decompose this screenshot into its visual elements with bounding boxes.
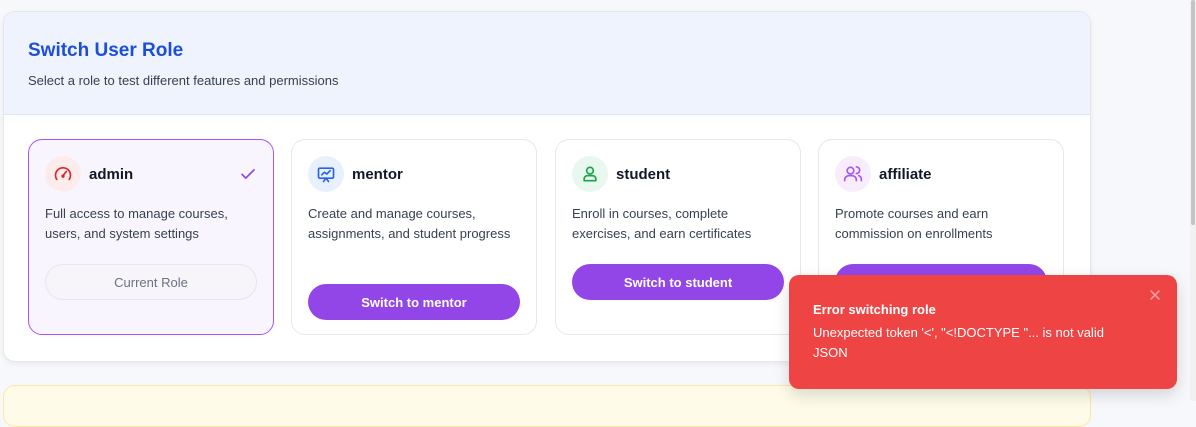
scrollbar-thumb[interactable] (1191, 0, 1195, 225)
role-name: mentor (352, 165, 403, 183)
panel-subtitle: Select a role to test different features… (28, 73, 339, 88)
user-icon (572, 156, 608, 192)
role-description: Enroll in courses, complete exercises, a… (572, 206, 752, 241)
role-card-student: student Enroll in courses, complete exer… (555, 139, 801, 335)
role-description: Create and manage courses, assignments, … (308, 206, 511, 241)
gauge-icon (45, 156, 81, 192)
role-description: Promote courses and earn commission on e… (835, 206, 993, 241)
toast-message: Unexpected token '<', "<!DOCTYPE "... is… (813, 325, 1104, 360)
switch-to-mentor-button[interactable]: Switch to mentor (308, 284, 520, 320)
check-icon (239, 165, 257, 183)
current-role-button[interactable]: Current Role (45, 264, 257, 300)
toast-title: Error switching role (813, 302, 936, 317)
role-name: affiliate (879, 165, 932, 183)
close-icon[interactable] (1149, 289, 1161, 301)
scrollbar[interactable] (1190, 0, 1196, 401)
panel-header: Switch User Role Select a role to test d… (4, 12, 1090, 115)
role-name: admin (89, 165, 134, 183)
role-description: Full access to manage courses, users, an… (45, 206, 228, 241)
notice-box (3, 385, 1091, 427)
role-card-admin: admin Full access to manage courses, use… (28, 139, 274, 335)
panel-title: Switch User Role (28, 40, 184, 61)
switch-to-student-button[interactable]: Switch to student (572, 264, 784, 300)
presentation-icon (308, 156, 344, 192)
users-icon (835, 156, 871, 192)
role-name: student (616, 165, 671, 183)
role-card-mentor: mentor Create and manage courses, assign… (291, 139, 537, 335)
error-toast: Error switching role Unexpected token '<… (789, 275, 1177, 389)
